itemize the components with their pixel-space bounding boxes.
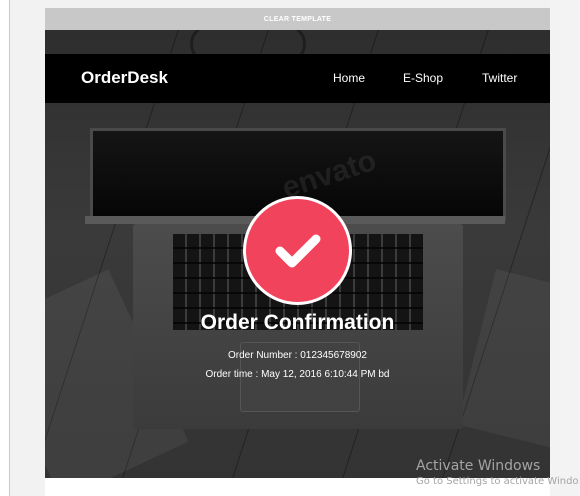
nav-eshop-link[interactable]: E-Shop xyxy=(403,71,443,85)
brand-logo[interactable]: OrderDesk xyxy=(81,68,168,88)
email-preview: envato OrderDesk Home E-Shop Twitter Ord… xyxy=(45,30,550,478)
order-time: Order time : May 12, 2016 6:10:44 PM bd xyxy=(205,369,390,380)
window-left-edge xyxy=(0,0,10,496)
nav-home-link[interactable]: Home xyxy=(333,71,365,85)
right-gutter xyxy=(550,0,580,496)
check-mark-icon xyxy=(275,234,320,267)
email-header: OrderDesk Home E-Shop Twitter xyxy=(45,54,550,103)
clear-template-bar[interactable]: CLEAR TEMPLATE xyxy=(45,8,550,30)
activate-windows-subtitle: Go to Settings to activate Windo xyxy=(416,476,579,487)
activate-windows-overlay: Activate Windows Go to Settings to activ… xyxy=(416,458,579,487)
confirmation-badge xyxy=(243,196,352,305)
page-title: Order Confirmation xyxy=(200,311,395,334)
activate-windows-title: Activate Windows xyxy=(416,458,541,474)
nav-twitter-link[interactable]: Twitter xyxy=(482,71,517,85)
order-number: Order Number : 012345678902 xyxy=(228,350,367,361)
